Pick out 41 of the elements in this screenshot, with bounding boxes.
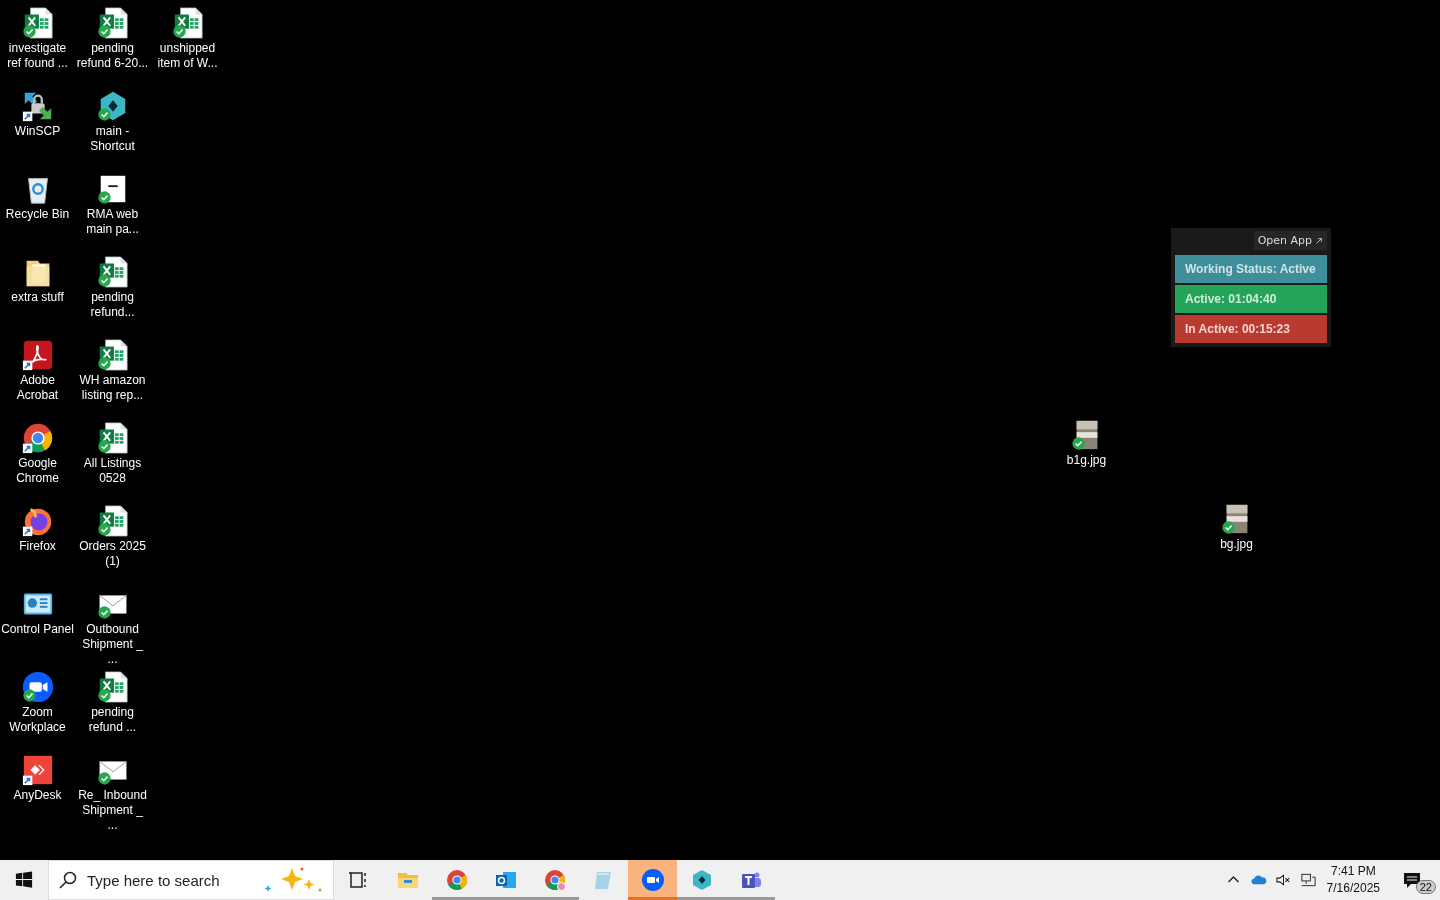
zoom-icon	[640, 868, 665, 892]
taskbar-app-button[interactable]	[628, 860, 677, 900]
status-bar: Working Status: Active	[1175, 255, 1327, 283]
clock-date[interactable]: 7/16/2025	[1326, 880, 1380, 897]
notification-icon[interactable]	[1402, 871, 1422, 889]
icon-label: Zoom Workplace	[8, 705, 67, 735]
notification-count: 22	[1415, 880, 1436, 894]
icon-label: main - Shortcut	[89, 124, 136, 154]
chrome-icon	[444, 868, 469, 892]
icon-label: pending refund...	[89, 290, 136, 320]
icon-label: AnyDesk	[13, 788, 62, 803]
status-bar: Active: 01:04:40	[1175, 285, 1327, 313]
windows-logo-icon	[15, 871, 33, 889]
icon-label: Orders 2025 (1)	[78, 539, 147, 569]
status-bar: In Active: 00:15:23	[1175, 315, 1327, 343]
icon-label: WH amazon listing rep...	[78, 373, 147, 403]
network-icon[interactable]	[1299, 872, 1317, 888]
icon-label: RMA web main pa...	[85, 207, 140, 237]
speaker-muted-icon[interactable]	[1274, 872, 1292, 888]
icon-label: investigate ref found ...	[6, 41, 69, 71]
search-field[interactable]: Type here to search	[48, 860, 334, 900]
icon-label: unshipped item of W...	[156, 41, 219, 71]
icon-label: Adobe Acrobat	[15, 373, 60, 403]
clock-time[interactable]: 7:41 PM	[1330, 863, 1376, 880]
icon-label: Re_ Inbound Shipment _ ...	[77, 788, 148, 833]
external-link-icon	[1315, 236, 1323, 245]
icon-label: Google Chrome	[15, 456, 60, 486]
chrome-profile-icon	[542, 868, 567, 892]
icon-label: extra stuff	[11, 290, 64, 305]
open-app-button[interactable]: Open App	[1253, 231, 1327, 250]
icon-label: pending refund ...	[87, 705, 138, 735]
icon-label: Firefox	[19, 539, 56, 554]
icon-label: Outbound Shipment _ ...	[81, 622, 144, 667]
icon-label: b1g.jpg	[1066, 453, 1107, 468]
icon-label: WinSCP	[14, 124, 61, 139]
icon-label: bg.jpg	[1220, 537, 1253, 552]
icon-label: Control Panel	[1, 622, 74, 637]
icon-label: Recycle Bin	[5, 207, 70, 222]
search-icon	[58, 870, 78, 890]
icon-label: pending refund 6-20...	[76, 41, 149, 71]
icon-label: All Listings 0528	[82, 456, 143, 486]
